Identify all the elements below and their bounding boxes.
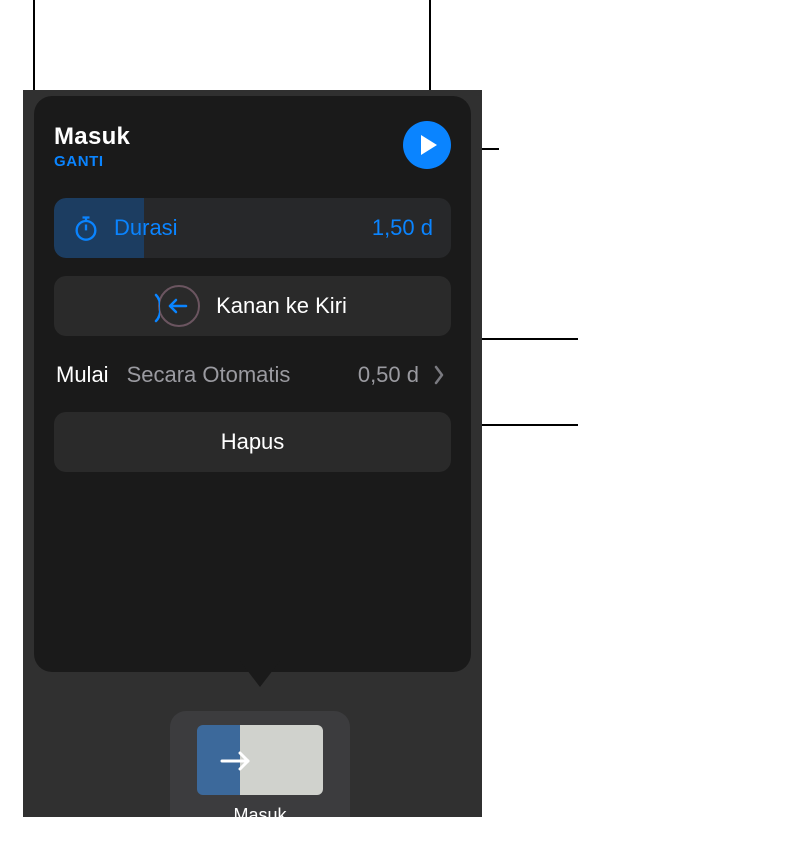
animation-thumbnail bbox=[197, 725, 323, 795]
start-label: Mulai bbox=[56, 362, 109, 388]
animation-thumbnail-card[interactable]: Masuk Transisi bbox=[170, 711, 350, 817]
arrow-left-icon bbox=[164, 297, 194, 315]
header-titles: Masuk GANTI bbox=[54, 123, 130, 170]
animation-popover: Masuk GANTI Durasi 1,50 d bbox=[34, 96, 471, 672]
change-animation-link[interactable]: GANTI bbox=[54, 153, 130, 170]
animation-title: Masuk bbox=[54, 123, 130, 151]
stopwatch-icon bbox=[72, 214, 100, 242]
app-frame: Masuk GANTI Durasi 1,50 d bbox=[23, 90, 482, 817]
chevron-right-icon bbox=[433, 365, 445, 385]
direction-row[interactable]: Kanan ke Kiri bbox=[54, 276, 451, 336]
arrow-right-icon bbox=[220, 751, 254, 771]
duration-slider-row[interactable]: Durasi 1,50 d bbox=[54, 198, 451, 258]
duration-value: 1,50 d bbox=[372, 215, 433, 241]
start-mode-value: Secara Otomatis bbox=[127, 362, 348, 388]
start-row[interactable]: Mulai Secara Otomatis 0,50 d bbox=[54, 354, 451, 406]
delete-button[interactable]: Hapus bbox=[54, 412, 451, 472]
popover-tail bbox=[240, 661, 280, 687]
direction-bar-icon bbox=[152, 293, 160, 323]
thumbnail-title: Masuk bbox=[233, 805, 286, 817]
delete-label: Hapus bbox=[221, 429, 285, 455]
start-delay-value: 0,50 d bbox=[358, 362, 419, 388]
direction-label: Kanan ke Kiri bbox=[216, 293, 347, 319]
duration-label: Durasi bbox=[114, 215, 358, 241]
popover-header: Masuk GANTI bbox=[54, 123, 451, 170]
preview-play-button[interactable] bbox=[403, 121, 451, 169]
direction-icon-circle bbox=[158, 285, 200, 327]
play-icon bbox=[420, 134, 438, 156]
